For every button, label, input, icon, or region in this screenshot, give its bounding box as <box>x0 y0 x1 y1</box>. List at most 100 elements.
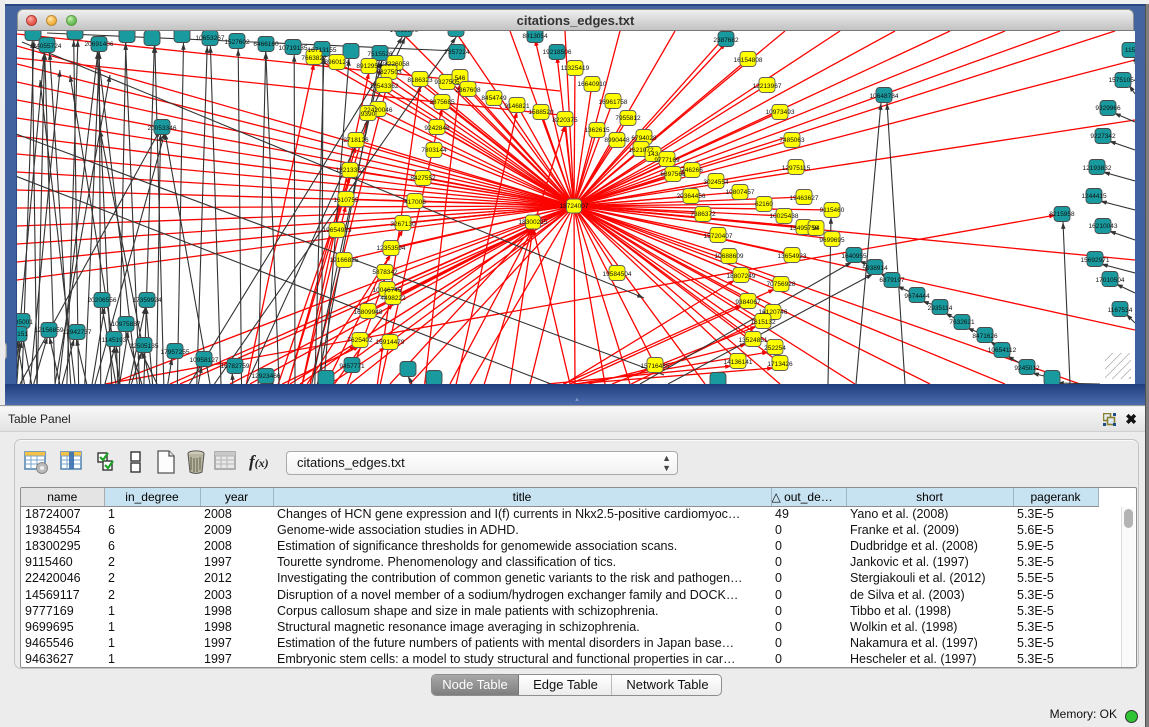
svg-text:10958127: 10958127 <box>190 357 219 364</box>
svg-text:10719135: 10719135 <box>279 45 308 52</box>
svg-text:8813054: 8813054 <box>522 33 548 40</box>
svg-text:18300215: 18300215 <box>519 219 548 226</box>
svg-text:16961758: 16961758 <box>599 99 628 106</box>
svg-text:12353594: 12353594 <box>377 245 406 252</box>
svg-text:10653267: 10653267 <box>196 35 225 42</box>
svg-text:1527602: 1527602 <box>224 39 250 46</box>
svg-text:9390: 9390 <box>361 111 376 118</box>
svg-text:12156859: 12156859 <box>35 327 64 334</box>
svg-text:12213967: 12213967 <box>753 83 782 90</box>
svg-text:8960124: 8960124 <box>324 59 350 66</box>
svg-text:15692971: 15692971 <box>1081 257 1110 264</box>
svg-text:12505135: 12505135 <box>130 343 159 350</box>
svg-text:16782759: 16782759 <box>221 363 250 370</box>
svg-text:20053346: 20053346 <box>148 125 177 132</box>
svg-text:17957255: 17957255 <box>161 349 190 356</box>
svg-text:7663822: 7663822 <box>301 55 327 62</box>
svg-text:1588520: 1588520 <box>528 109 554 116</box>
svg-text:7803144: 7803144 <box>421 147 447 154</box>
svg-text:15720407: 15720407 <box>704 233 733 240</box>
svg-text:7386372: 7386372 <box>690 211 716 218</box>
svg-text:16120746: 16120746 <box>759 309 788 316</box>
svg-text:8990448: 8990448 <box>604 137 630 144</box>
svg-text:1610755: 1610755 <box>333 197 359 204</box>
svg-text:7485063: 7485063 <box>779 137 805 144</box>
svg-text:485001: 485001 <box>17 319 33 326</box>
svg-text:16713155: 16713155 <box>308 47 337 54</box>
svg-text:8471626: 8471626 <box>972 333 998 340</box>
svg-text:9777169: 9777169 <box>654 157 680 164</box>
svg-text:8220375: 8220375 <box>552 117 578 124</box>
svg-text:6879197: 6879197 <box>879 277 905 284</box>
svg-text:12193832: 12193832 <box>1083 165 1112 172</box>
svg-text:9674444: 9674444 <box>904 293 930 300</box>
svg-text:18807249: 18807249 <box>727 273 756 280</box>
svg-text:12975115: 12975115 <box>782 165 811 172</box>
svg-text:9827503: 9827503 <box>376 69 402 76</box>
svg-text:9146821: 9146821 <box>504 103 530 110</box>
svg-text:24055724: 24055724 <box>33 43 62 50</box>
svg-text:94: 94 <box>812 225 820 232</box>
svg-text:10654112: 10654112 <box>988 347 1017 354</box>
svg-text:19166825: 19166825 <box>330 257 359 264</box>
svg-text:417006: 417006 <box>404 199 426 206</box>
svg-text:1244415: 1244415 <box>1081 193 1107 200</box>
svg-text:2718126: 2718126 <box>343 137 369 144</box>
svg-text:16210043: 16210043 <box>1089 223 1118 230</box>
svg-text:1167534: 1167534 <box>1108 307 1133 314</box>
svg-text:8186323: 8186323 <box>407 77 433 84</box>
svg-text:2367608: 2367608 <box>455 87 481 94</box>
svg-text:13654923: 13654923 <box>778 253 807 260</box>
svg-text:12213382: 12213382 <box>336 167 365 174</box>
svg-text:9457771: 9457771 <box>339 363 365 370</box>
svg-text:16640910: 16640910 <box>578 81 607 88</box>
svg-text:19654923: 19654923 <box>323 227 352 234</box>
svg-text:15751054: 15751054 <box>1109 77 1135 84</box>
svg-text:18724007: 18724007 <box>560 203 589 210</box>
svg-text:10688609: 10688609 <box>715 253 744 260</box>
svg-text:12942737: 12942737 <box>63 329 92 336</box>
svg-text:16033809: 16033809 <box>390 31 419 34</box>
svg-text:8215958: 8215958 <box>1049 211 1075 218</box>
svg-text:23226058: 23226058 <box>381 61 410 68</box>
svg-text:115: 115 <box>1125 47 1135 54</box>
svg-text:10046745: 10046745 <box>373 287 402 294</box>
svg-text:6466160: 6466160 <box>253 41 279 48</box>
svg-text:10973493: 10973493 <box>766 109 795 116</box>
svg-text:14136141: 14136141 <box>724 359 753 366</box>
svg-text:1713426: 1713426 <box>767 361 793 368</box>
svg-text:19218506: 19218506 <box>543 49 572 56</box>
svg-text:10025438: 10025438 <box>770 213 799 220</box>
svg-text:7515526: 7515526 <box>367 51 393 58</box>
svg-text:9227342: 9227342 <box>1090 133 1116 140</box>
svg-text:16914479: 16914479 <box>376 339 405 346</box>
svg-text:17010504: 17010504 <box>1096 277 1125 284</box>
svg-text:252254: 252254 <box>764 345 786 352</box>
svg-text:9115460: 9115460 <box>820 207 845 214</box>
svg-text:19584504: 19584504 <box>603 271 632 278</box>
svg-text:20364456: 20364456 <box>677 193 706 200</box>
svg-text:1145193: 1145193 <box>102 337 127 344</box>
svg-text:20691406: 20691406 <box>85 41 114 48</box>
svg-text:9245012: 9245012 <box>1014 365 1040 372</box>
svg-text:10543362: 10543362 <box>370 83 399 90</box>
svg-text:7357224: 7357224 <box>444 49 470 56</box>
svg-text:8427552: 8427552 <box>410 175 436 182</box>
svg-text:9384067: 9384067 <box>735 299 761 306</box>
svg-text:16809948: 16809948 <box>354 309 383 316</box>
svg-text:13524851: 13524851 <box>739 337 768 344</box>
svg-text:3875685: 3875685 <box>429 99 455 106</box>
svg-text:7955812: 7955812 <box>615 115 641 122</box>
svg-text:3267130: 3267130 <box>390 221 416 228</box>
svg-text:1615132: 1615132 <box>750 319 776 326</box>
svg-text:2935114: 2935114 <box>928 305 953 312</box>
svg-text:1362615: 1362615 <box>584 127 610 134</box>
svg-text:1640955: 1640955 <box>841 253 867 260</box>
svg-text:4498222: 4498222 <box>380 295 406 302</box>
svg-text:17359924: 17359924 <box>133 297 162 304</box>
svg-text:19463627: 19463627 <box>790 195 819 202</box>
svg-text:5878342: 5878342 <box>372 269 398 276</box>
svg-text:546: 546 <box>455 75 466 82</box>
svg-text:11325419: 11325419 <box>561 65 590 72</box>
svg-text:10648784: 10648784 <box>870 93 899 100</box>
